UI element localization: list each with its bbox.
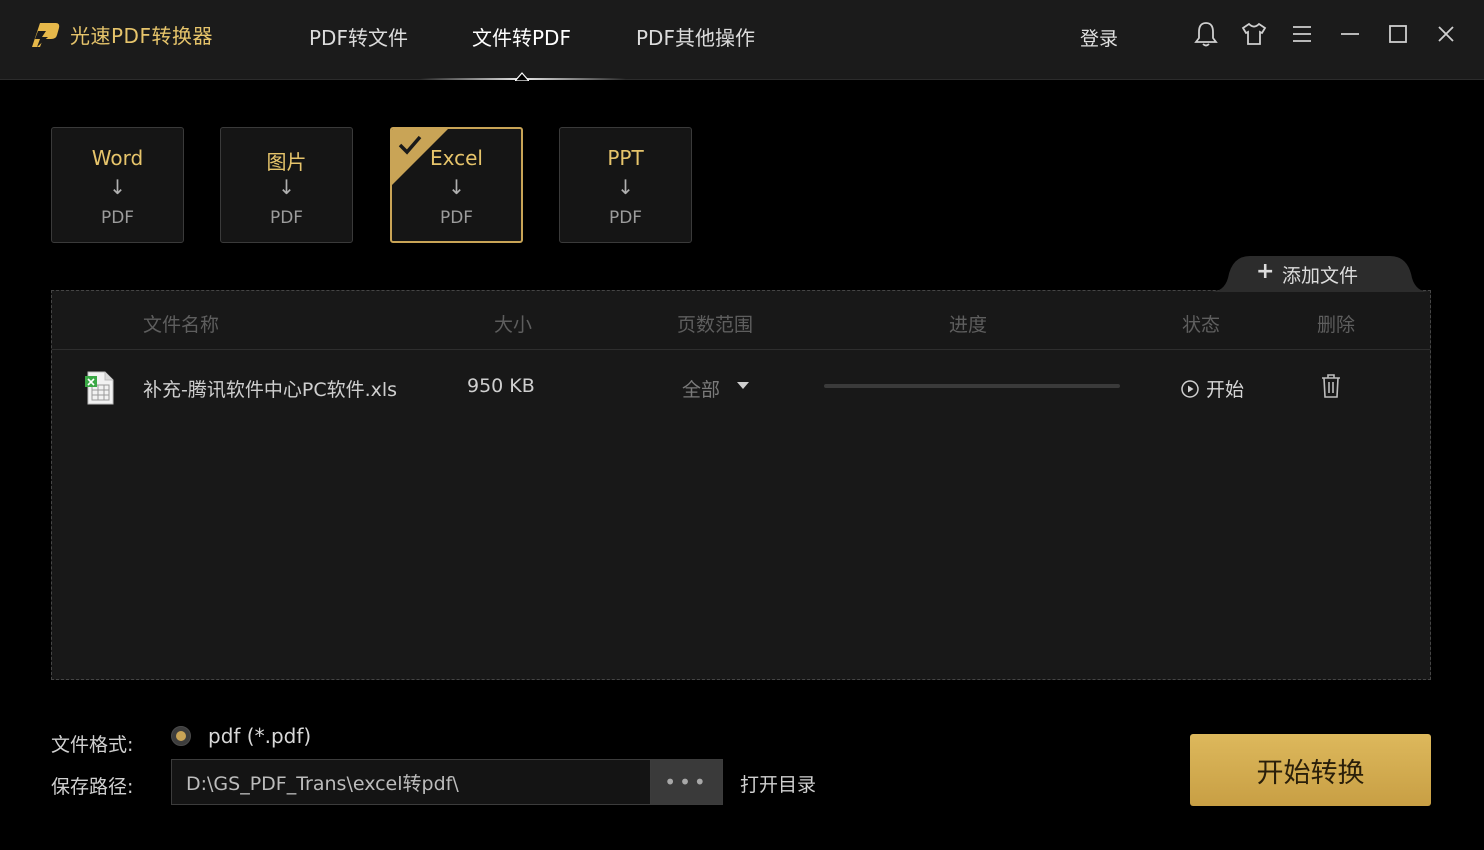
arrow-down-icon: ↓ — [617, 175, 634, 199]
browse-button[interactable]: ••• — [650, 759, 723, 805]
conv-card-ppt[interactable]: PPT ↓ PDF — [559, 127, 692, 243]
status-label: 开始 — [1206, 379, 1245, 401]
bell-icon[interactable] — [1192, 20, 1220, 48]
app-title: 光速PDF转换器 — [70, 24, 213, 48]
conv-card-excel[interactable]: Excel ↓ PDF — [390, 127, 523, 243]
app-window: 光速PDF转换器 PDF转文件 文件转PDF PDF其他操作 登录 Word ↓… — [0, 0, 1484, 850]
save-path-label: 保存路径: — [51, 776, 134, 798]
tab-file-to-pdf[interactable]: 文件转PDF — [472, 22, 571, 51]
pdf-format-radio[interactable] — [171, 726, 191, 746]
shirt-icon[interactable] — [1240, 20, 1268, 48]
start-row-button[interactable]: 开始 — [1180, 375, 1244, 402]
pdf-format-label[interactable]: pdf (*.pdf) — [208, 724, 311, 748]
login-button[interactable]: 登录 — [1080, 24, 1118, 51]
header-delete: 删除 — [1317, 314, 1356, 336]
tab-pointer-icon — [515, 72, 529, 81]
file-size: 950 KB — [467, 375, 535, 397]
tab-pdf-other[interactable]: PDF其他操作 — [636, 22, 755, 51]
conv-to-label: PDF — [100, 208, 135, 228]
header-page-range: 页数范围 — [677, 314, 754, 336]
header-size: 大小 — [494, 314, 533, 336]
title-bar: 光速PDF转换器 PDF转文件 文件转PDF PDF其他操作 登录 — [0, 0, 1484, 81]
progress-bar — [824, 384, 1120, 388]
conv-from-label: 图片 — [266, 150, 307, 174]
minimize-icon[interactable] — [1336, 20, 1364, 48]
menu-icon[interactable] — [1288, 20, 1316, 48]
excel-file-icon — [85, 371, 114, 405]
radio-dot — [176, 731, 186, 741]
conv-card-image[interactable]: 图片 ↓ PDF — [220, 127, 353, 243]
conv-from-label: Word — [91, 146, 144, 170]
table-header: 文件名称 大小 页数范围 进度 状态 删除 — [52, 291, 1430, 350]
trash-icon[interactable] — [1319, 373, 1343, 399]
plus-icon: + — [1256, 259, 1275, 284]
file-list-panel: 文件名称 大小 页数范围 进度 状态 删除 补充-腾讯软件中心PC软件.xls … — [51, 290, 1431, 680]
conv-from-label: Excel — [430, 146, 483, 170]
add-file-label: 添加文件 — [1282, 265, 1359, 287]
page-range-select[interactable]: 全部 — [682, 375, 720, 402]
table-row: 补充-腾讯软件中心PC软件.xls 950 KB 全部 开始 — [52, 351, 1430, 427]
play-circle-icon — [1181, 379, 1199, 398]
close-icon[interactable] — [1432, 20, 1460, 48]
maximize-icon[interactable] — [1384, 20, 1412, 48]
app-logo-icon — [32, 23, 60, 47]
arrow-down-icon: ↓ — [109, 175, 126, 199]
chevron-down-icon[interactable] — [737, 382, 749, 389]
arrow-down-icon: ↓ — [278, 175, 295, 199]
conv-to-label: PDF — [608, 208, 643, 228]
file-name: 补充-腾讯软件中心PC软件.xls — [143, 379, 398, 401]
tab-pdf-to-file[interactable]: PDF转文件 — [309, 22, 408, 51]
conv-card-word[interactable]: Word ↓ PDF — [51, 127, 184, 243]
format-label: 文件格式: — [51, 734, 134, 756]
conv-to-label: PDF — [439, 208, 474, 228]
conv-to-label: PDF — [269, 208, 304, 228]
add-file-button[interactable]: + 添加文件 — [1210, 254, 1430, 292]
header-progress: 进度 — [949, 314, 988, 336]
open-directory-link[interactable]: 打开目录 — [740, 770, 816, 797]
start-convert-button[interactable]: 开始转换 — [1190, 734, 1431, 806]
header-status: 状态 — [1182, 314, 1221, 336]
save-path-input[interactable] — [171, 759, 651, 805]
arrow-down-icon: ↓ — [448, 175, 465, 199]
conv-from-label: PPT — [607, 146, 644, 170]
header-file-name: 文件名称 — [143, 314, 220, 336]
